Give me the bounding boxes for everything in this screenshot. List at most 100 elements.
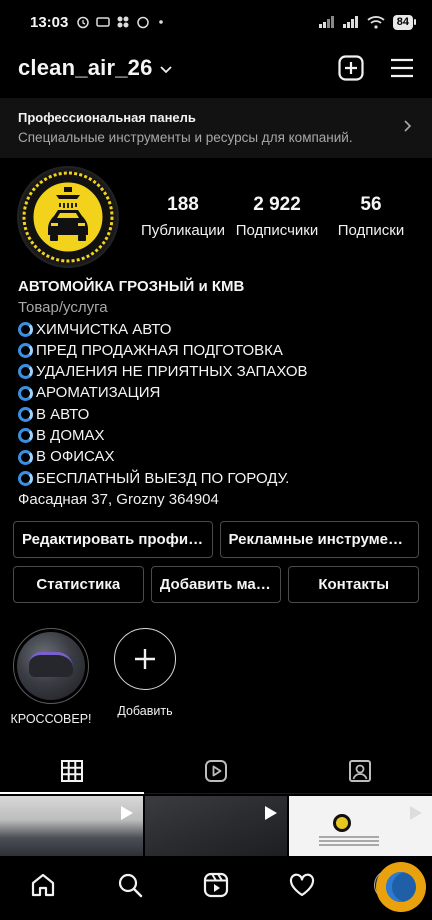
- battery-indicator: 84: [392, 14, 416, 30]
- notification-icons: [76, 15, 166, 29]
- highlight-label: Добавить: [117, 704, 173, 718]
- menu-icon[interactable]: [390, 57, 414, 79]
- profile-header: clean_air_26: [0, 44, 432, 92]
- nav-reels[interactable]: [194, 863, 238, 907]
- highlight-ring: [13, 628, 89, 704]
- add-shop-button[interactable]: Добавить магазин: [150, 566, 282, 603]
- alarm-icon-2: [137, 16, 150, 29]
- bio-line-text: БЕСПЛАТНЫЙ ВЫЕЗД ПО ГОРОДУ.: [36, 469, 290, 487]
- stat-label: Подписки: [337, 222, 405, 239]
- floating-app-bubble[interactable]: [376, 862, 426, 912]
- profile-actions-row-2: Статистика Добавить магазин Контакты: [13, 566, 420, 603]
- reel-indicator-icon: [410, 806, 423, 820]
- bio-line-text: УДАЛЕНИЯ НЕ ПРИЯТНЫХ ЗАПАХОВ: [36, 363, 308, 381]
- insights-button[interactable]: Статистика: [13, 566, 144, 603]
- battery-tip: [414, 19, 416, 25]
- blue-circle-icon: [18, 343, 33, 359]
- thumbnail-text-lines: [319, 836, 380, 848]
- add-highlight-circle: [114, 628, 176, 690]
- blue-circle-icon: [18, 321, 33, 337]
- chevron-down-icon[interactable]: [159, 65, 173, 75]
- message-icon: [96, 17, 111, 27]
- wifi-icon: [367, 15, 385, 29]
- contacts-button[interactable]: Контакты: [288, 566, 420, 603]
- tab-tagged[interactable]: [288, 748, 432, 793]
- grid-icon: [61, 759, 83, 782]
- stat-value: 56: [360, 194, 382, 215]
- nav-search[interactable]: [108, 863, 152, 907]
- pro-panel-title: Профессиональная панель: [18, 110, 196, 125]
- bio-line: УДАЛЕНИЯ НЕ ПРИЯТНЫХ ЗАПАХОВ: [18, 361, 418, 382]
- bio-line-text: ХИМЧИСТКА АВТО: [36, 320, 172, 338]
- bio-line: АРОМАТИЗАЦИЯ: [18, 382, 418, 403]
- account-username[interactable]: clean_air_26: [18, 55, 153, 81]
- stat-following[interactable]: 56 Подписки: [324, 194, 418, 239]
- profile-stats: 188 Публикации 2 922 Подписчики 56 Подпи…: [136, 194, 418, 239]
- stat-value: 188: [167, 194, 199, 215]
- ad-tools-label: Рекламные инструменты: [228, 531, 411, 548]
- reels-icon: [203, 872, 229, 898]
- tab-reels[interactable]: [144, 748, 288, 793]
- status-bar: 13:03 84: [0, 0, 432, 44]
- highlight-add[interactable]: Добавить: [95, 628, 195, 726]
- post-thumbnail[interactable]: [0, 796, 143, 856]
- business-category: Товар/услуга: [18, 299, 108, 317]
- search-icon: [118, 873, 142, 898]
- signal-icon: [318, 16, 334, 28]
- bio-line-text: В ОФИСАХ: [36, 448, 115, 466]
- plus-icon: [135, 649, 155, 669]
- profile-bio: АВТОМОЙКА ГРОЗНЫЙ и КМВ Товар/услуга ХИМ…: [18, 276, 418, 510]
- alarm-icon: [77, 16, 90, 29]
- dot-icon: [159, 20, 164, 24]
- bio-line: ХИМЧИСТКА АВТО: [18, 319, 418, 340]
- tagged-person-icon: [349, 759, 371, 782]
- highlight-crossover[interactable]: КРОССОВЕР!: [1, 628, 101, 726]
- reel-indicator-icon: [265, 806, 278, 820]
- business-address[interactable]: Фасадная 37, Grozny 364904: [18, 489, 418, 510]
- bio-line-text: ПРЕД ПРОДАЖНАЯ ПОДГОТОВКА: [36, 341, 283, 359]
- blue-circle-icon: [18, 449, 33, 465]
- blue-circle-icon: [18, 364, 33, 380]
- bottom-navigation: [0, 856, 432, 920]
- profile-avatar[interactable]: [17, 166, 119, 268]
- app-grid-icon: [117, 16, 129, 28]
- edit-profile-label: Редактировать профиль: [22, 531, 204, 548]
- reel-indicator-icon: [120, 806, 133, 820]
- heart-icon: [290, 873, 315, 897]
- nav-activity[interactable]: [280, 863, 324, 907]
- edit-profile-button[interactable]: Редактировать профиль: [13, 521, 213, 558]
- bio-line-text: В ДОМАХ: [36, 427, 105, 445]
- post-thumbnail[interactable]: [144, 796, 288, 856]
- blue-circle-icon: [18, 428, 33, 444]
- reels-play-icon: [205, 759, 227, 782]
- nav-home[interactable]: [21, 863, 65, 907]
- stat-value: 2 922: [253, 194, 301, 215]
- insights-label: Статистика: [36, 576, 121, 593]
- tab-grid[interactable]: [0, 748, 144, 794]
- chevron-right-icon: [404, 120, 412, 132]
- bio-line: В АВТО: [18, 404, 418, 425]
- status-time: 13:03: [30, 13, 69, 31]
- post-thumbnail[interactable]: [289, 796, 432, 856]
- ad-tools-button[interactable]: Рекламные инструменты: [219, 521, 419, 558]
- stat-followers[interactable]: 2 922 Подписчики: [230, 194, 324, 239]
- thumbnail-logo: [333, 814, 352, 832]
- contacts-label: Контакты: [318, 576, 390, 593]
- bio-line: В ДОМАХ: [18, 425, 418, 446]
- story-highlights: КРОССОВЕР! Добавить: [0, 628, 432, 726]
- profile-actions-row-1: Редактировать профиль Рекламные инструме…: [13, 521, 419, 558]
- highlight-label: КРОССОВЕР!: [10, 712, 92, 726]
- blue-circle-icon: [18, 470, 33, 486]
- add-shop-label: Добавить магазин: [159, 576, 273, 593]
- signal-icon-2: [342, 16, 358, 28]
- professional-dashboard[interactable]: Профессиональная панель Специальные инст…: [0, 98, 432, 158]
- stat-label: Подписчики: [235, 222, 319, 239]
- home-icon: [32, 873, 55, 897]
- blue-circle-icon: [18, 406, 33, 422]
- business-name: АВТОМОЙКА ГРОЗНЫЙ и КМВ: [18, 278, 245, 295]
- bio-line: БЕСПЛАТНЫЙ ВЫЕЗД ПО ГОРОДУ.: [18, 468, 418, 489]
- blue-circle-icon: [18, 385, 33, 401]
- create-post-icon[interactable]: [338, 55, 364, 81]
- status-right: 84: [318, 14, 416, 30]
- stat-posts[interactable]: 188 Публикации: [136, 194, 230, 239]
